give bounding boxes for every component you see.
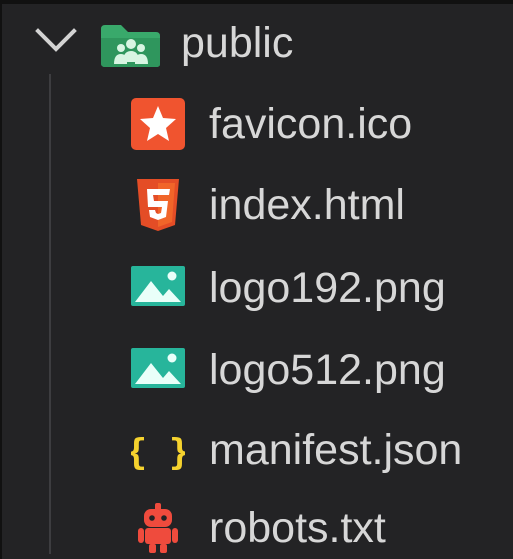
favicon-star-icon: [131, 98, 185, 150]
file-row-logo192[interactable]: logo192.png: [2, 258, 513, 340]
image-icon: [131, 266, 185, 306]
file-explorer: public favicon.ico index.html logo192.pn…: [0, 0, 513, 559]
file-label: manifest.json: [209, 426, 463, 474]
file-label: robots.txt: [209, 504, 386, 552]
file-row-index-html[interactable]: index.html: [2, 175, 513, 257]
html5-icon: [137, 179, 179, 231]
file-row-favicon[interactable]: favicon.ico: [2, 94, 513, 176]
folder-row-public[interactable]: public: [2, 5, 513, 81]
file-row-manifest[interactable]: { } manifest.json: [2, 420, 513, 502]
file-label: logo192.png: [209, 264, 446, 312]
robot-icon: [138, 503, 178, 553]
file-label: index.html: [209, 181, 405, 229]
folder-public-icon: [101, 25, 160, 67]
folder-label: public: [181, 19, 294, 67]
file-label: logo512.png: [209, 346, 446, 394]
file-row-logo512[interactable]: logo512.png: [2, 340, 513, 422]
svg-text:{ }: { }: [131, 432, 185, 473]
json-braces-icon: { }: [131, 432, 185, 473]
image-icon: [131, 348, 185, 388]
file-label: favicon.ico: [209, 100, 413, 148]
chevron-down-icon[interactable]: [33, 26, 79, 56]
file-row-robots[interactable]: robots.txt: [2, 498, 513, 559]
